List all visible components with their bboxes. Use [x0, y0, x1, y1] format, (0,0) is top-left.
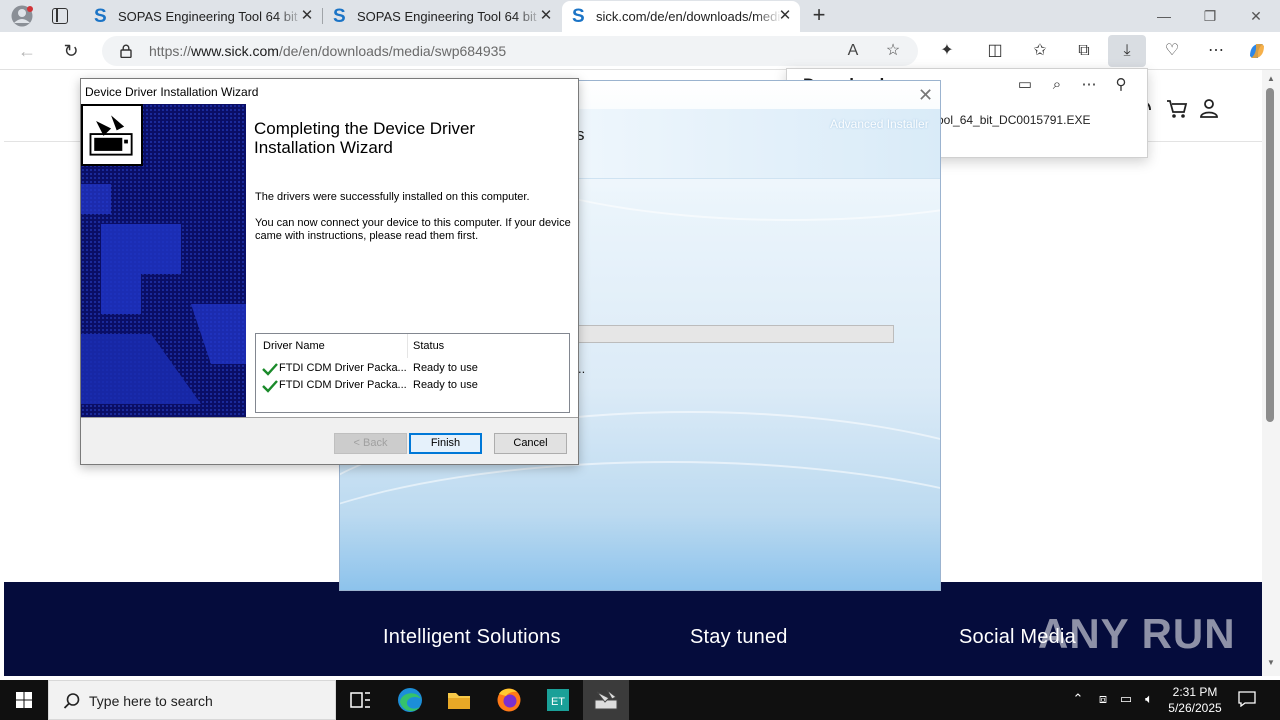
footer-heading-solutions: Intelligent Solutions	[383, 626, 561, 648]
profile-avatar-icon[interactable]	[10, 5, 34, 27]
system-clock[interactable]: 2:31 PM 5/26/2025	[1162, 684, 1228, 716]
wizard-instructions-message: You can now connect your device to this …	[255, 217, 571, 242]
wizard-button-separator	[81, 417, 578, 418]
tab-sopas-1[interactable]: S SOPAS Engineering Tool 64 bit - S ✕	[84, 1, 322, 32]
driver-status: Ready to use	[413, 362, 478, 374]
task-view-icon[interactable]	[337, 680, 383, 720]
open-folder-icon[interactable]: ▭	[1015, 75, 1035, 95]
refresh-icon[interactable]: ↻	[60, 40, 82, 62]
lock-icon[interactable]	[120, 44, 132, 58]
pin-icon[interactable]: ⚲	[1111, 75, 1131, 95]
wizard-success-message: The drivers were successfully installed …	[255, 191, 530, 203]
sick-favicon-icon: S	[333, 6, 346, 27]
tab-title: SOPAS Engineering Tool 64 bit - S	[118, 9, 304, 24]
anyrun-watermark: ANY RUN	[1038, 610, 1236, 657]
back-button[interactable]: < Back	[334, 433, 407, 454]
file-explorer-icon[interactable]	[436, 680, 482, 720]
favorite-star-icon[interactable]: ☆	[884, 42, 902, 60]
url-path: /de/en/downloads/media/swp684935	[278, 43, 507, 59]
driver-row[interactable]: FTDI CDM Driver Packa... Ready to use	[262, 378, 562, 394]
check-icon	[262, 380, 278, 393]
url-host: www.sick.com	[191, 43, 279, 59]
close-tab-icon[interactable]: ✕	[300, 8, 314, 23]
device-tray-icon[interactable]: ⧈	[1094, 690, 1112, 708]
address-toolbar: ← ↻ https://www.sick.com/de/en/downloads…	[0, 32, 1280, 70]
split-screen-icon[interactable]: ◫	[984, 40, 1006, 62]
close-tab-icon[interactable]: ✕	[778, 8, 792, 23]
column-header-status[interactable]: Status	[413, 340, 444, 352]
column-separator[interactable]	[407, 334, 408, 358]
scroll-up-icon[interactable]: ▲	[1266, 74, 1276, 84]
scrollbar-thumb[interactable]	[1266, 88, 1274, 422]
search-icon	[63, 693, 80, 709]
tab-title: sick.com/de/en/downloads/media	[596, 9, 782, 24]
driver-installer-app-icon[interactable]	[583, 680, 629, 720]
column-header-driver-name[interactable]: Driver Name	[263, 340, 325, 352]
close-tab-icon[interactable]: ✕	[539, 8, 553, 23]
scroll-down-icon[interactable]: ▼	[1266, 658, 1276, 668]
clock-time: 2:31 PM	[1172, 685, 1218, 699]
sick-favicon-icon: S	[94, 6, 107, 27]
read-aloud-icon[interactable]: A	[844, 42, 862, 60]
volume-icon[interactable]: 🔈︎	[1140, 690, 1158, 708]
download-file-name[interactable]: ool_64_bit_DC0015791.EXE	[937, 113, 1090, 127]
driver-row[interactable]: FTDI CDM Driver Packa... Ready to use	[262, 361, 562, 377]
browser-essentials-icon[interactable]: ♡	[1161, 40, 1183, 62]
wizard-heading: Completing the Device Driver Installatio…	[254, 119, 476, 157]
wizard-side-banner	[81, 104, 246, 417]
tab-actions-icon[interactable]	[52, 8, 68, 24]
account-icon[interactable]	[1200, 98, 1218, 118]
clock-date: 5/26/2025	[1168, 701, 1222, 715]
extensions-icon[interactable]: ✦	[936, 40, 958, 62]
url-text[interactable]: https://www.sick.com/de/en/downloads/med…	[149, 43, 506, 59]
search-placeholder: Type here to search	[89, 693, 213, 709]
downloads-icon[interactable]: ⤓	[1108, 35, 1146, 67]
tab-sick-downloads[interactable]: S sick.com/de/en/downloads/media ✕	[562, 1, 800, 32]
driver-wizard-dialog: Device Driver Installation Wizard Comple…	[80, 78, 579, 465]
collections-icon[interactable]: ⧉	[1073, 40, 1095, 62]
cart-icon[interactable]	[1166, 98, 1188, 120]
favorites-icon[interactable]: ✩	[1029, 40, 1051, 62]
back-arrow-icon[interactable]: ←	[16, 40, 38, 62]
firefox-icon[interactable]	[486, 680, 532, 720]
tab-sopas-2[interactable]: S SOPAS Engineering Tool 64 bit - S ✕	[323, 1, 561, 32]
driver-status: Ready to use	[413, 379, 478, 391]
tab-title: SOPAS Engineering Tool 64 bit - S	[357, 9, 543, 24]
ettercap-app-icon[interactable]: ET	[535, 680, 581, 720]
wizard-titlebar[interactable]: Device Driver Installation Wizard	[81, 79, 578, 104]
address-bar[interactable]: https://www.sick.com/de/en/downloads/med…	[102, 36, 918, 66]
windows-taskbar: Type here to search ET ⌃ ⧈ ▭ 🔈︎ 2:31 PM …	[0, 680, 1280, 720]
wizard-body: Completing the Device Driver Installatio…	[81, 104, 578, 417]
close-window-icon[interactable]: ✕	[1246, 6, 1266, 26]
copilot-icon[interactable]	[1246, 40, 1268, 62]
taskbar-search-box[interactable]: Type here to search	[48, 680, 336, 720]
more-options-icon[interactable]: ⋯	[1079, 75, 1099, 95]
windows-start-icon[interactable]	[0, 680, 48, 720]
svg-text:ET: ET	[551, 696, 565, 708]
show-hidden-icons-icon[interactable]: ⌃	[1069, 690, 1087, 708]
network-icon[interactable]: ▭	[1117, 690, 1135, 708]
url-prefix: https://	[149, 43, 192, 59]
notification-center-icon[interactable]	[1238, 691, 1256, 707]
sick-favicon-icon: S	[572, 6, 585, 27]
driver-name: FTDI CDM Driver Packa...	[279, 362, 407, 374]
wizard-window-title: Device Driver Installation Wizard	[85, 85, 259, 99]
restore-icon[interactable]: ❐	[1200, 6, 1220, 26]
driver-list[interactable]: Driver Name Status FTDI CDM Driver Packa…	[255, 333, 570, 413]
new-tab-icon[interactable]: +	[809, 4, 829, 26]
settings-more-icon[interactable]: ⋯	[1205, 40, 1227, 62]
finish-button[interactable]: Finish	[409, 433, 482, 454]
browser-tab-bar: S SOPAS Engineering Tool 64 bit - S ✕ S …	[0, 0, 1280, 32]
device-driver-icon	[81, 104, 143, 166]
footer-heading-stay-tuned: Stay tuned	[690, 626, 788, 648]
edge-icon[interactable]	[387, 680, 433, 720]
installer-progress-bar	[578, 325, 894, 343]
check-icon	[262, 363, 278, 376]
page-scrollbar[interactable]: ▲ ▼	[1262, 70, 1280, 676]
minimize-icon[interactable]: —	[1154, 6, 1174, 26]
driver-name: FTDI CDM Driver Packa...	[279, 379, 407, 391]
search-downloads-icon[interactable]: ⌕	[1047, 75, 1067, 95]
cancel-button[interactable]: Cancel	[494, 433, 567, 454]
installer-status: ..	[578, 361, 586, 376]
